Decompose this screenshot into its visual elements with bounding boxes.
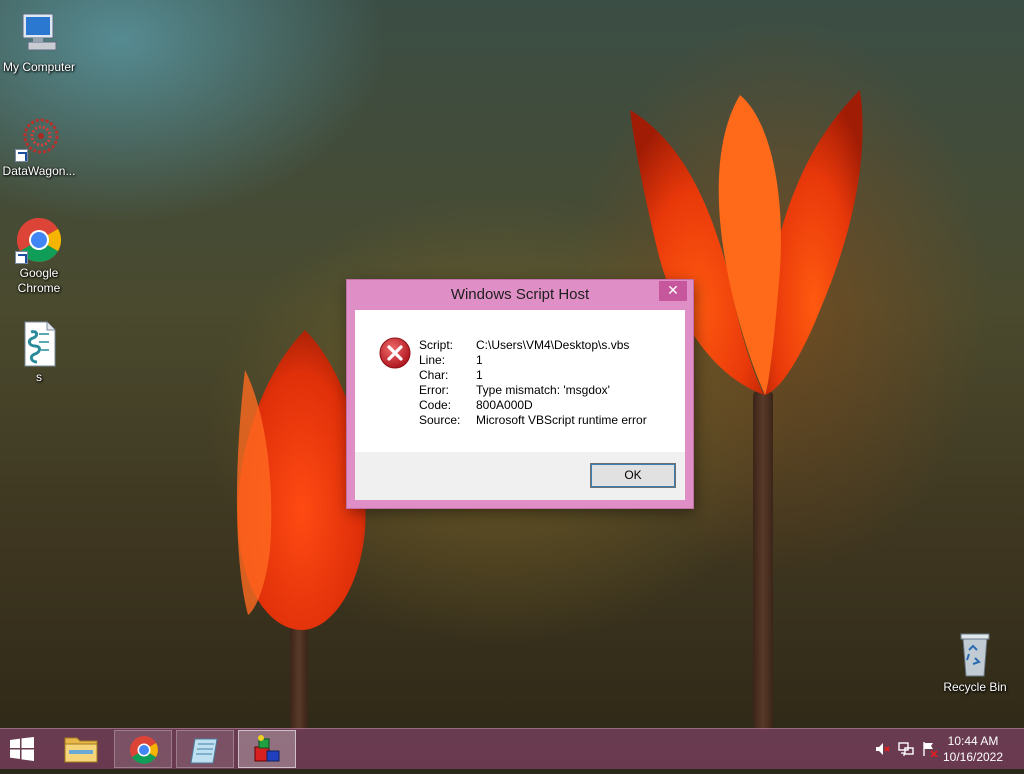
shortcut-arrow-icon: [15, 251, 28, 264]
taskbar-chrome[interactable]: [114, 730, 172, 768]
windows-logo-icon: [10, 737, 34, 761]
desktop-icon-label: s: [36, 370, 42, 384]
notepad-icon: [190, 738, 218, 764]
desktop-icon-label: DataWagon...: [2, 164, 76, 178]
desktop-icon-my-computer[interactable]: My Computer: [0, 10, 78, 75]
source-value: Microsoft VBScript runtime error: [476, 413, 647, 427]
error-value: Type mismatch: 'msgdox': [476, 383, 610, 397]
taskbar: 10:44 AM 10/16/2022: [0, 728, 1024, 769]
start-button[interactable]: [8, 737, 36, 761]
script-value: C:\Users\VM4\Desktop\s.vbs: [476, 338, 630, 352]
recycle-bin-icon: [960, 633, 990, 677]
file-explorer-icon: [64, 737, 98, 763]
script-host-icon: [254, 735, 280, 762]
error-icon: [379, 337, 411, 369]
desktop-icon-s-vbs[interactable]: s: [0, 320, 78, 385]
source-label: Source:: [419, 413, 461, 427]
taskbar-file-explorer[interactable]: [52, 730, 110, 768]
vbs-script-icon: [24, 321, 56, 367]
taskbar-script-host[interactable]: [238, 730, 296, 768]
desktop-icon-datawagon[interactable]: DataWagon...: [0, 114, 78, 179]
shortcut-arrow-icon: [15, 149, 28, 162]
dialog-titlebar[interactable]: Windows Script Host ✕: [347, 280, 693, 309]
close-button[interactable]: ✕: [659, 281, 687, 301]
desktop-icon-google-chrome[interactable]: Google Chrome: [0, 216, 78, 296]
volume-muted-icon[interactable]: [874, 741, 890, 757]
line-value: 1: [476, 353, 483, 367]
close-icon: ✕: [667, 282, 679, 298]
char-label: Char:: [419, 368, 449, 382]
desktop-icon-label: Google Chrome: [17, 266, 61, 295]
dialog-button-bar: OK: [355, 452, 685, 500]
taskbar-notepad[interactable]: [176, 730, 234, 768]
computer-icon: [22, 13, 57, 51]
error-field-labels: Script: Line: Char: Error: Code: Source:: [419, 338, 460, 428]
error-label: Error:: [419, 383, 449, 397]
dialog-title: Windows Script Host: [450, 286, 590, 303]
desktop-icon-recycle-bin[interactable]: Recycle Bin: [936, 630, 1014, 695]
taskbar-clock[interactable]: 10:44 AM 10/16/2022: [938, 733, 1008, 765]
network-icon[interactable]: [898, 741, 914, 757]
desktop-icon-label: My Computer: [2, 60, 76, 74]
line-label: Line:: [419, 353, 446, 367]
script-error-dialog: Windows Script Host ✕ Script: Line: Char…: [347, 280, 693, 508]
action-center-icon[interactable]: [922, 741, 938, 757]
chrome-icon: [130, 736, 158, 764]
code-label: Code:: [419, 398, 452, 412]
dialog-content: Script: Line: Char: Error: Code: Source:…: [355, 310, 685, 500]
clock-time: 10:44 AM: [947, 734, 999, 748]
script-label: Script:: [419, 338, 454, 352]
code-value: 800A000D: [476, 398, 533, 412]
desktop-icon-label: Recycle Bin: [943, 680, 1007, 694]
char-value: 1: [476, 368, 483, 382]
ok-button[interactable]: OK: [590, 463, 676, 488]
clock-date: 10/16/2022: [942, 750, 1004, 764]
tulip-stem-right: [753, 390, 773, 730]
error-field-values: C:\Users\VM4\Desktop\s.vbs 1 1 Type mism…: [476, 338, 647, 428]
